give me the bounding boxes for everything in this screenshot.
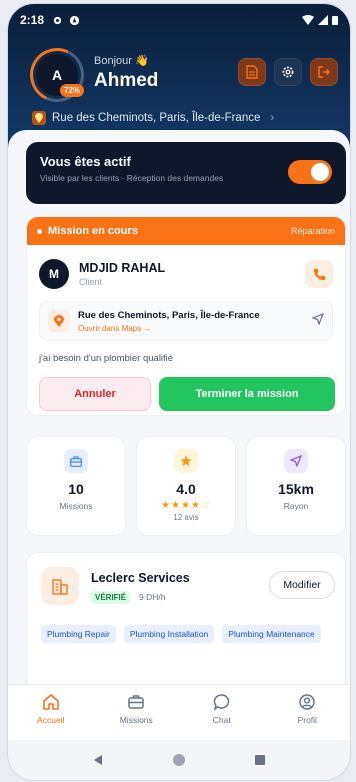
- rating-value: 4.0: [176, 481, 196, 497]
- avatar[interactable]: A 72%: [22, 40, 92, 110]
- nav-item-chat[interactable]: Chat: [179, 685, 265, 740]
- radius-value: 15km: [278, 481, 314, 497]
- cancel-mission-button[interactable]: Annuler: [39, 377, 151, 411]
- bottom-nav: Accueil Missions Chat Profil: [8, 684, 350, 740]
- wifi-icon: [302, 15, 314, 25]
- stat-missions: 10 Missions: [26, 436, 126, 536]
- document-button[interactable]: [238, 58, 266, 86]
- phone-screen: 2:18 A 72% Bonjour 👋 Ahmed Rue des Chemi…: [8, 4, 350, 780]
- briefcase-icon: [64, 449, 88, 473]
- availability-card: Vous êtes actif Visible par les clients …: [26, 142, 346, 204]
- mission-location[interactable]: Rue des Cheminots, Paris, Île-de-France …: [39, 301, 333, 341]
- status-dot-icon: [37, 228, 42, 234]
- logout-button[interactable]: [310, 58, 338, 86]
- service-chips: Plumbing Repair Plumbing Installation Pl…: [41, 625, 331, 643]
- current-address[interactable]: Rue des Cheminots, Paris, Île-de-France …: [32, 111, 274, 125]
- back-icon[interactable]: [92, 754, 104, 766]
- service-chip: Plumbing Maintenance: [222, 625, 321, 643]
- location-pin-icon: [32, 111, 46, 125]
- battery-icon: [332, 16, 338, 25]
- home-icon: [42, 694, 59, 710]
- open-maps-link[interactable]: Ouvrir dans Maps →: [78, 324, 260, 333]
- nav-label: Missions: [119, 715, 153, 725]
- nav-item-missions[interactable]: Missions: [94, 685, 180, 740]
- verified-badge: VÉRIFIÉ: [91, 591, 131, 604]
- recents-icon[interactable]: [254, 754, 266, 766]
- rating-stars: ★★★★☆: [161, 500, 211, 511]
- main-content: Vous êtes actif Visible par les clients …: [8, 130, 350, 690]
- finish-mission-button[interactable]: Terminer la mission: [159, 377, 335, 411]
- nav-item-profile[interactable]: Profil: [265, 685, 351, 740]
- client-role: Client: [79, 277, 103, 287]
- nav-item-home[interactable]: Accueil: [8, 685, 94, 740]
- settings-status-icon: [53, 16, 62, 24]
- settings-button[interactable]: [274, 58, 302, 86]
- mission-category-tag: Réparation: [290, 226, 335, 236]
- logout-icon: [318, 66, 330, 78]
- missions-count: 10: [68, 481, 84, 497]
- availability-toggle[interactable]: [288, 160, 332, 184]
- service-chip: Plumbing Installation: [123, 625, 215, 643]
- signal-icon: [318, 15, 328, 25]
- call-client-button[interactable]: [305, 260, 333, 288]
- star-icon: [174, 449, 198, 473]
- location-pin-icon: [48, 310, 70, 332]
- navigation-arrow-icon[interactable]: [311, 312, 325, 330]
- service-chip: Plumbing Repair: [41, 625, 116, 643]
- mission-header: Mission en cours Réparation: [27, 217, 345, 245]
- client-avatar: M: [39, 259, 69, 289]
- modify-button[interactable]: Modifier: [269, 571, 335, 599]
- stat-radius: 15km Rayon: [246, 436, 346, 536]
- address-text: Rue des Cheminots, Paris, Île-de-France: [52, 112, 261, 124]
- mission-description: j'ai besoin d'un plombier qualifié: [39, 353, 174, 364]
- navigation-icon: [284, 449, 308, 473]
- status-bar: 2:18: [20, 12, 338, 28]
- chevron-right-icon: ›: [270, 112, 275, 124]
- phone-icon: [313, 268, 325, 280]
- business-card: Leclerc Services VÉRIFIÉ 9 DH/h Modifier…: [26, 552, 346, 690]
- app-status-icon: [69, 15, 80, 25]
- home-circle-icon[interactable]: [172, 753, 186, 767]
- hourly-rate: 9 DH/h: [139, 592, 166, 602]
- current-mission-card: Mission en cours Réparation M MDJID RAHA…: [26, 216, 346, 416]
- missions-label: Missions: [59, 501, 93, 511]
- nav-label: Accueil: [37, 715, 65, 725]
- client-row: M MDJID RAHAL Client: [39, 257, 333, 291]
- user-name: Ahmed: [94, 70, 159, 91]
- status-time: 2:18: [20, 13, 45, 27]
- reviews-count: 12 avis: [173, 513, 199, 522]
- chat-icon: [213, 694, 230, 711]
- mission-header-label: Mission en cours: [48, 225, 138, 237]
- briefcase-icon: [128, 695, 144, 709]
- radius-label: Rayon: [283, 501, 309, 511]
- profile-icon: [299, 694, 315, 710]
- nav-label: Chat: [212, 715, 231, 725]
- business-name: Leclerc Services: [91, 571, 190, 585]
- stat-rating: 4.0 ★★★★☆ 12 avis: [136, 436, 236, 536]
- profile-completion-badge: 72%: [60, 84, 85, 97]
- client-name: MDJID RAHAL: [79, 261, 166, 275]
- stats-row: 10 Missions 4.0 ★★★★☆ 12 avis 15km Rayon: [26, 436, 346, 536]
- nav-label: Profil: [297, 715, 317, 725]
- greeting: Bonjour 👋: [94, 55, 149, 67]
- mission-address: Rue des Cheminots, Paris, Île-de-France: [78, 309, 260, 321]
- building-icon: [41, 567, 79, 605]
- gear-icon: [282, 66, 294, 78]
- system-nav-bar: [8, 740, 350, 780]
- document-icon: [246, 65, 258, 79]
